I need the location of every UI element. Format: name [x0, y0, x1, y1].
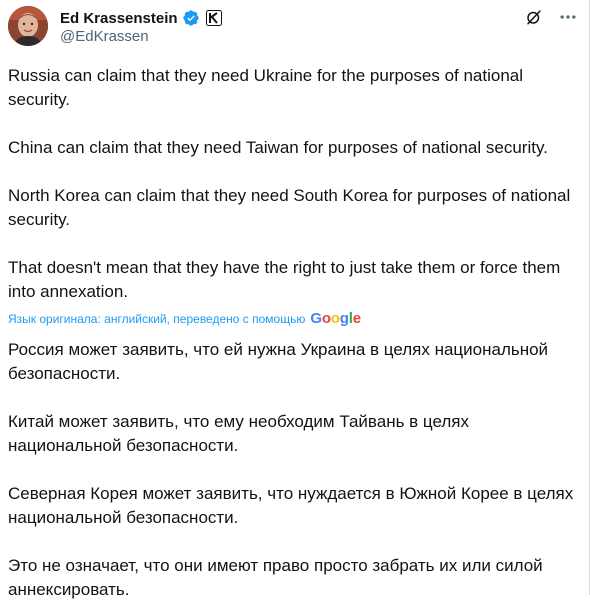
tweet-paragraph: China can claim that they need Taiwan fo…	[8, 138, 548, 157]
user-handle[interactable]: @EdKrassen	[60, 28, 149, 45]
tweet-text-original: Russia can claim that they need Ukraine …	[8, 64, 580, 304]
affiliate-badge-icon[interactable]	[205, 10, 222, 26]
grok-icon[interactable]	[524, 7, 544, 27]
more-options-icon[interactable]	[558, 7, 578, 27]
translated-paragraph: Китай может заявить, что ему необходим Т…	[8, 412, 469, 455]
name-row: Ed Krassenstein	[60, 8, 222, 28]
tweet-text-translated: Россия может заявить, что ей нужна Украи…	[8, 338, 580, 602]
translation-attribution[interactable]: Язык оригинала: английский, переведено с…	[8, 310, 580, 328]
tweet-body: Russia can claim that they need Ukraine …	[8, 64, 580, 602]
tweet-paragraph: That doesn't mean that they have the rig…	[8, 258, 561, 301]
tweet-paragraph: North Korea can claim that they need Sou…	[8, 186, 571, 229]
verified-badge-icon[interactable]	[182, 9, 200, 27]
google-logo: Google	[310, 310, 361, 327]
tweet-header: Ed Krassenstein @EdKrassen	[8, 6, 578, 50]
translation-note-text: Язык оригинала: английский, переведено с…	[8, 312, 306, 326]
avatar[interactable]	[8, 6, 48, 46]
header-actions	[524, 6, 578, 28]
display-name[interactable]: Ed Krassenstein	[60, 10, 178, 27]
translated-paragraph: Северная Корея может заявить, что нуждае…	[8, 484, 574, 527]
tweet-paragraph: Russia can claim that they need Ukraine …	[8, 66, 524, 109]
translated-paragraph: Россия может заявить, что ей нужна Украи…	[8, 340, 549, 383]
